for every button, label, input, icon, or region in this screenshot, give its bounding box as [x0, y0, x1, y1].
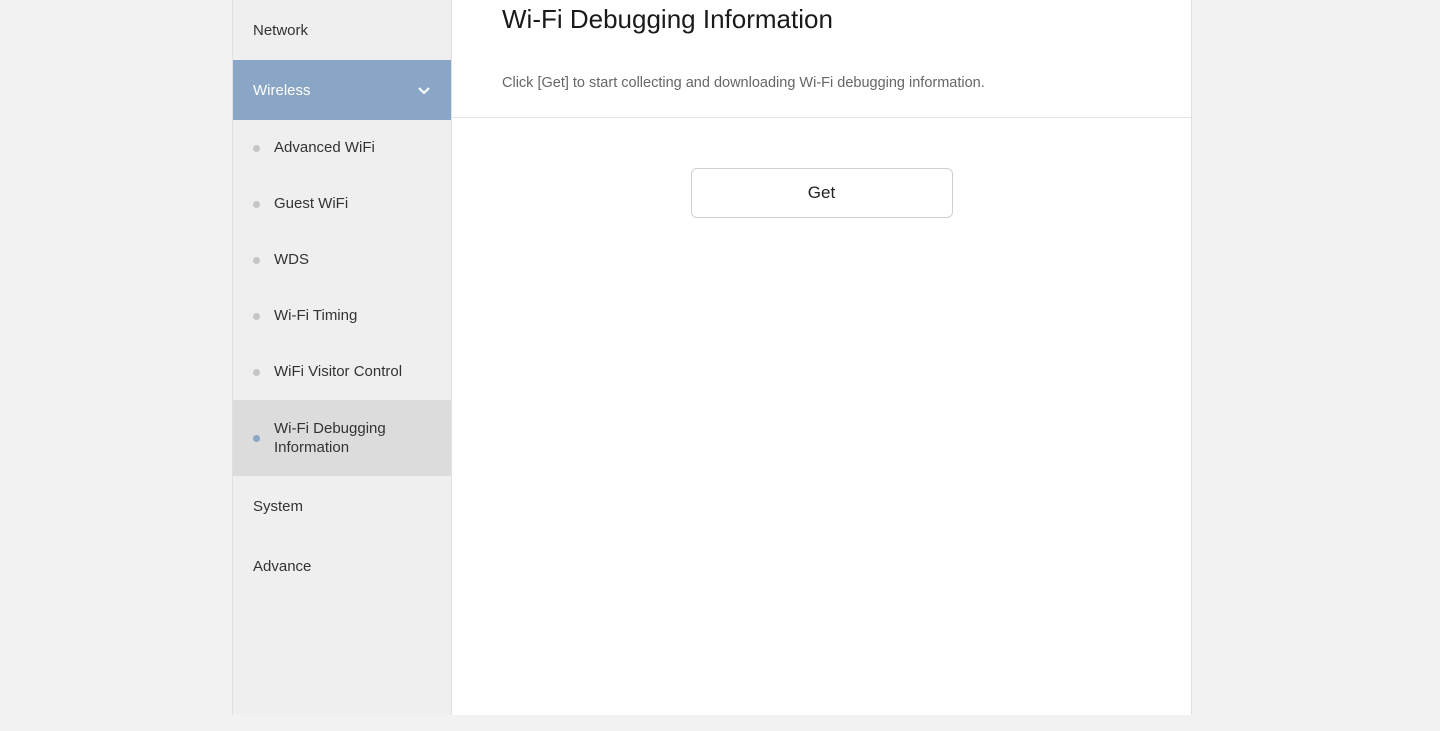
sidebar-item-label: Wireless	[253, 82, 311, 99]
sidebar-subitem-label: Guest WiFi	[274, 194, 348, 214]
bullet-icon	[253, 257, 260, 264]
page-canvas: Network Wireless Advanced WiFi Guest WiF…	[0, 0, 1440, 731]
bullet-icon	[253, 201, 260, 208]
sidebar-subitem-wds[interactable]: WDS	[233, 232, 451, 288]
sidebar-subitem-label: WiFi Visitor Control	[274, 362, 402, 382]
bullet-icon	[253, 313, 260, 320]
bullet-icon	[253, 145, 260, 152]
sidebar-subitem-wifi-debugging-information[interactable]: Wi-Fi Debugging Information	[233, 400, 451, 476]
sidebar-subitem-guest-wifi[interactable]: Guest WiFi	[233, 176, 451, 232]
sidebar-item-label: Advance	[253, 558, 311, 575]
sidebar-item-wireless[interactable]: Wireless	[233, 60, 451, 120]
main-content: Wi-Fi Debugging Information Click [Get] …	[452, 0, 1192, 715]
sidebar-item-network[interactable]: Network	[233, 0, 451, 60]
page-description: Click [Get] to start collecting and down…	[452, 75, 1191, 118]
get-button[interactable]: Get	[691, 168, 953, 218]
sidebar-item-advance[interactable]: Advance	[233, 536, 451, 596]
sidebar-subitem-label: Wi-Fi Debugging Information	[274, 419, 431, 458]
sidebar-subitem-advanced-wifi[interactable]: Advanced WiFi	[233, 120, 451, 176]
sidebar-subitem-label: Wi-Fi Timing	[274, 306, 357, 326]
scroll-container[interactable]: Network Wireless Advanced WiFi Guest WiF…	[0, 0, 1440, 731]
bullet-icon	[253, 435, 260, 442]
sidebar-item-label: System	[253, 498, 303, 515]
page-title: Wi-Fi Debugging Information	[452, 4, 1191, 35]
sidebar-item-label: Network	[253, 22, 308, 39]
sidebar-item-system[interactable]: System	[233, 476, 451, 536]
chevron-down-icon	[417, 83, 431, 97]
sidebar-subitem-wifi-visitor-control[interactable]: WiFi Visitor Control	[233, 344, 451, 400]
sidebar-subitem-wifi-timing[interactable]: Wi-Fi Timing	[233, 288, 451, 344]
sidebar-subitem-label: Advanced WiFi	[274, 138, 375, 158]
sidebar-subitem-label: WDS	[274, 250, 309, 270]
sidebar: Network Wireless Advanced WiFi Guest WiF…	[232, 0, 452, 715]
action-row: Get	[452, 118, 1191, 218]
bullet-icon	[253, 369, 260, 376]
